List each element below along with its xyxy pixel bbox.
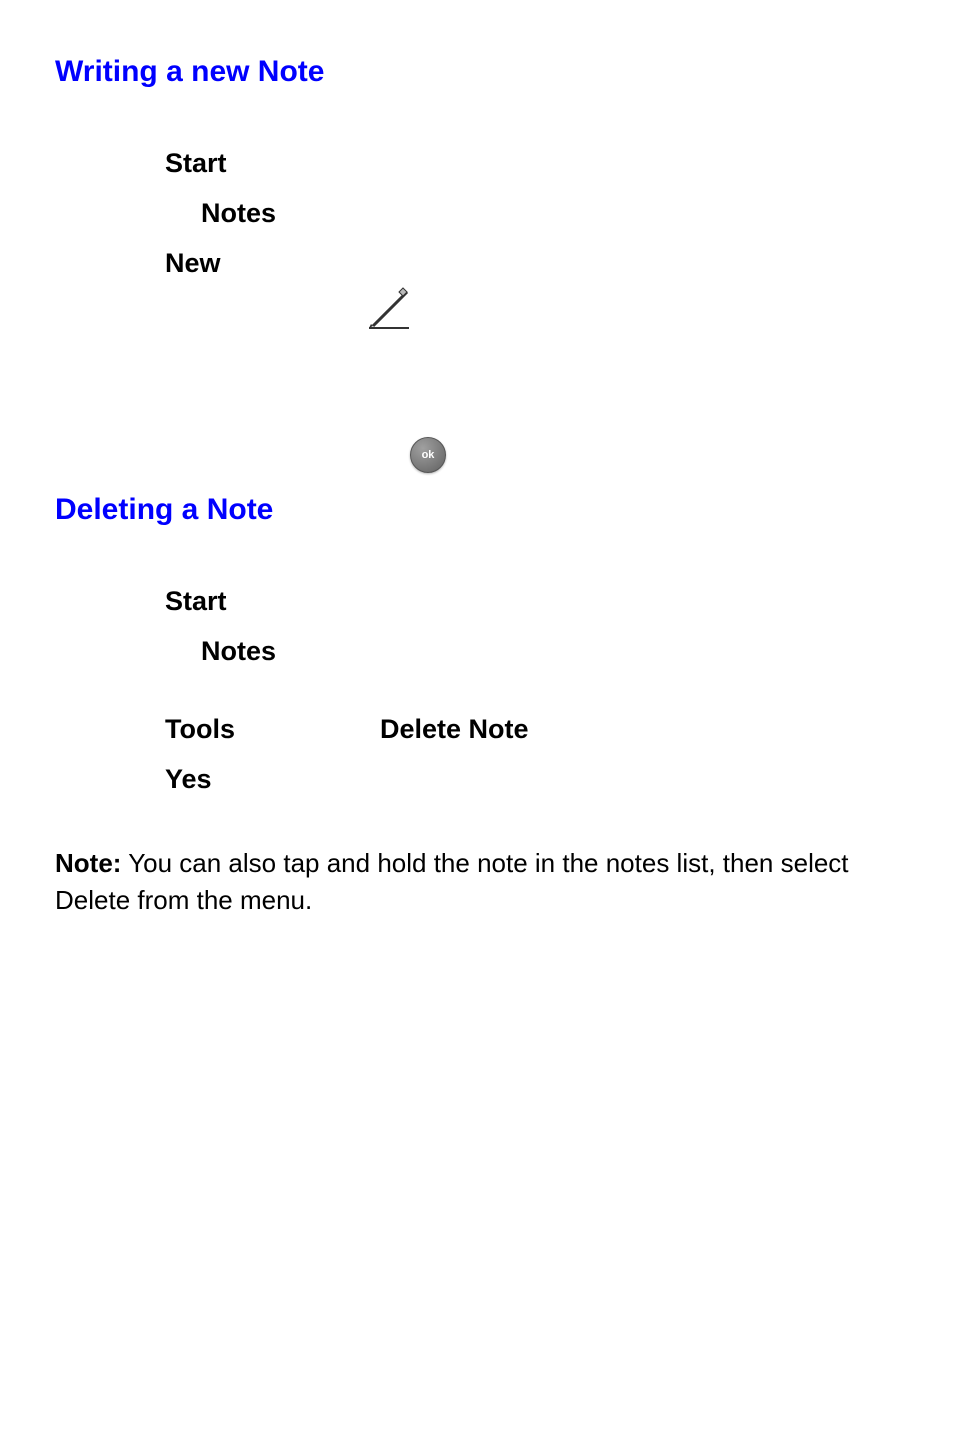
tools-row: Tools Delete Note — [165, 705, 899, 755]
item-notes-2: Notes — [165, 627, 899, 677]
item-new: New — [165, 239, 899, 289]
ok-icon: ok — [410, 437, 446, 473]
section2-content: Start Notes Tools Delete Note Yes — [55, 577, 899, 805]
heading-writing-new-note: Writing a new Note — [55, 55, 899, 89]
item-start-2: Start — [165, 577, 899, 627]
section1-content: Start Notes New — [55, 139, 899, 332]
item-yes: Yes — [165, 755, 899, 805]
pen-icon — [365, 284, 413, 332]
item-delete-note: Delete Note — [380, 714, 529, 745]
note-paragraph: Note: You can also tap and hold the note… — [55, 845, 899, 920]
item-notes: Notes — [165, 189, 899, 239]
note-text: You can also tap and hold the note in th… — [55, 848, 849, 916]
item-start: Start — [165, 139, 899, 189]
pen-icon-row — [165, 284, 899, 332]
ok-icon-row: ok — [55, 437, 899, 473]
item-tools: Tools — [165, 705, 235, 755]
note-label: Note: — [55, 848, 121, 878]
heading-deleting-note: Deleting a Note — [55, 493, 899, 527]
